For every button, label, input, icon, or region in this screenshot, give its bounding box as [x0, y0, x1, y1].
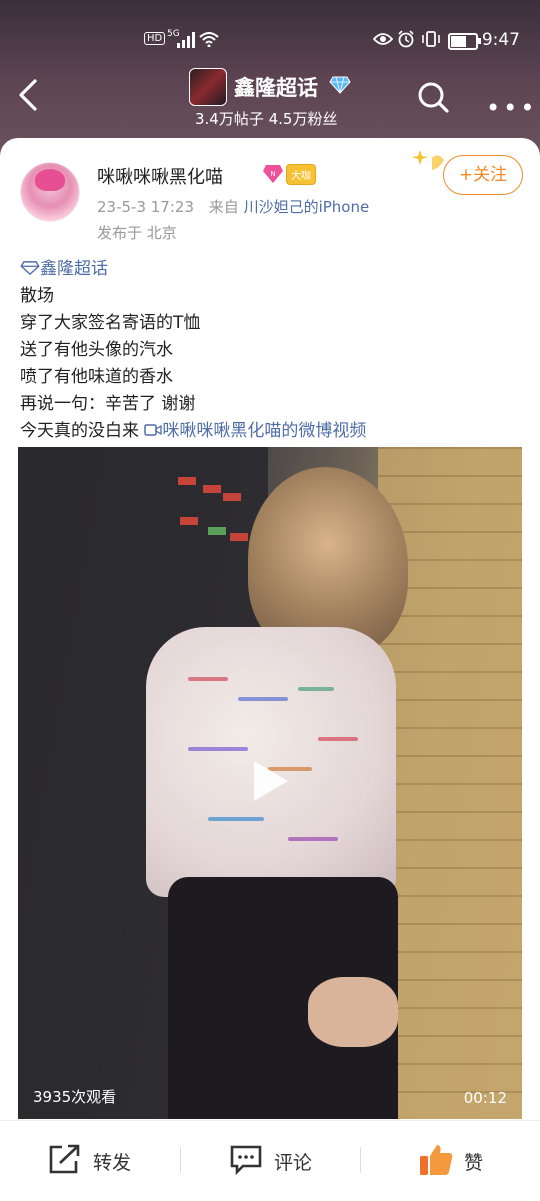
- hd-icon: HD: [144, 32, 166, 45]
- clock: 9:47: [481, 30, 520, 50]
- comment-label: 评论: [274, 1152, 313, 1174]
- view-count: 3935次观看: [33, 1088, 117, 1106]
- sparkle-icon: [412, 150, 444, 170]
- post-line: 散场: [20, 286, 54, 306]
- back-arrow-icon[interactable]: [16, 78, 40, 112]
- vibrate-icon: [422, 31, 440, 47]
- signal-icon: [177, 32, 195, 48]
- post-source-link[interactable]: 川沙妲己的iPhone: [244, 198, 370, 216]
- username[interactable]: 咪啾咪啾黑化喵: [97, 163, 223, 189]
- like-button[interactable]: 赞: [418, 1143, 518, 1179]
- hands-with-can: [308, 977, 398, 1047]
- post-date: 23-5-3 17:23: [97, 198, 194, 216]
- repost-label: 转发: [93, 1152, 132, 1174]
- like-label: 赞: [464, 1152, 484, 1174]
- user-avatar[interactable]: [20, 162, 80, 222]
- action-bar: 转发 评论 赞: [0, 1120, 540, 1201]
- video-link-label: 咪啾咪啾黑化喵的微博视频: [162, 421, 367, 441]
- post-body: 鑫隆超话 散场 穿了大家签名寄语的T恤 送了有他头像的汽水 喷了有他味道的香水 …: [20, 256, 366, 445]
- eye-icon: [373, 33, 393, 45]
- post-meta: 23-5-3 17:23 来自 川沙妲己的iPhone: [97, 196, 369, 217]
- topic-link[interactable]: 鑫隆超话: [20, 256, 366, 283]
- video-duration: 00:12: [463, 1089, 507, 1107]
- video-player[interactable]: 3935次观看 00:12: [18, 447, 522, 1119]
- post-line: 喷了有他味道的香水: [20, 367, 173, 387]
- post-location: 发布于 北京: [97, 224, 177, 242]
- alarm-icon: [398, 30, 414, 48]
- battery-icon: [448, 33, 481, 50]
- fan-level-badge: 大咖: [286, 164, 316, 185]
- post-line: 今天真的没白来: [20, 421, 139, 441]
- topic-stats: 3.4万帖子 4.5万粉丝: [195, 110, 338, 128]
- wifi-icon: [199, 32, 219, 47]
- post-line: 送了有他头像的汽水: [20, 340, 173, 360]
- post-line: 穿了大家签名寄语的T恤: [20, 313, 201, 333]
- divider: [180, 1147, 181, 1173]
- video-icon: [144, 424, 163, 436]
- repost-icon: [49, 1144, 80, 1174]
- divider: [360, 1147, 361, 1173]
- comment-icon: [230, 1145, 262, 1176]
- status-bar: HD 5G 9:47: [0, 28, 540, 54]
- repost-button[interactable]: 转发: [48, 1143, 148, 1179]
- topic-diamond-icon: [20, 261, 40, 276]
- super-topic-diamond-icon: [329, 76, 351, 94]
- svg-text:N: N: [270, 170, 275, 178]
- cat-ears-shape: [35, 169, 65, 191]
- source-prefix: 来自: [208, 198, 239, 216]
- topic-title[interactable]: 鑫隆超话: [234, 72, 318, 102]
- thumbs-up-icon: [420, 1145, 453, 1175]
- post-card: 咪啾咪啾黑化喵 N 大咖 23-5-3 17:23 来自 川沙妲己的iPhone…: [0, 138, 540, 1120]
- comment-button[interactable]: 评论: [229, 1143, 329, 1179]
- search-icon[interactable]: [416, 80, 450, 114]
- post-line: 再说一句：辛苦了 谢谢: [20, 394, 196, 414]
- more-options-icon[interactable]: •••: [486, 94, 537, 122]
- follow-button[interactable]: +关注: [443, 155, 523, 195]
- topic-link-label: 鑫隆超话: [40, 259, 108, 279]
- member-diamond-icon: N: [263, 165, 283, 183]
- play-icon[interactable]: [254, 761, 288, 801]
- video-link[interactable]: 咪啾咪啾黑化喵的微博视频: [144, 421, 366, 441]
- topic-avatar[interactable]: [189, 68, 227, 106]
